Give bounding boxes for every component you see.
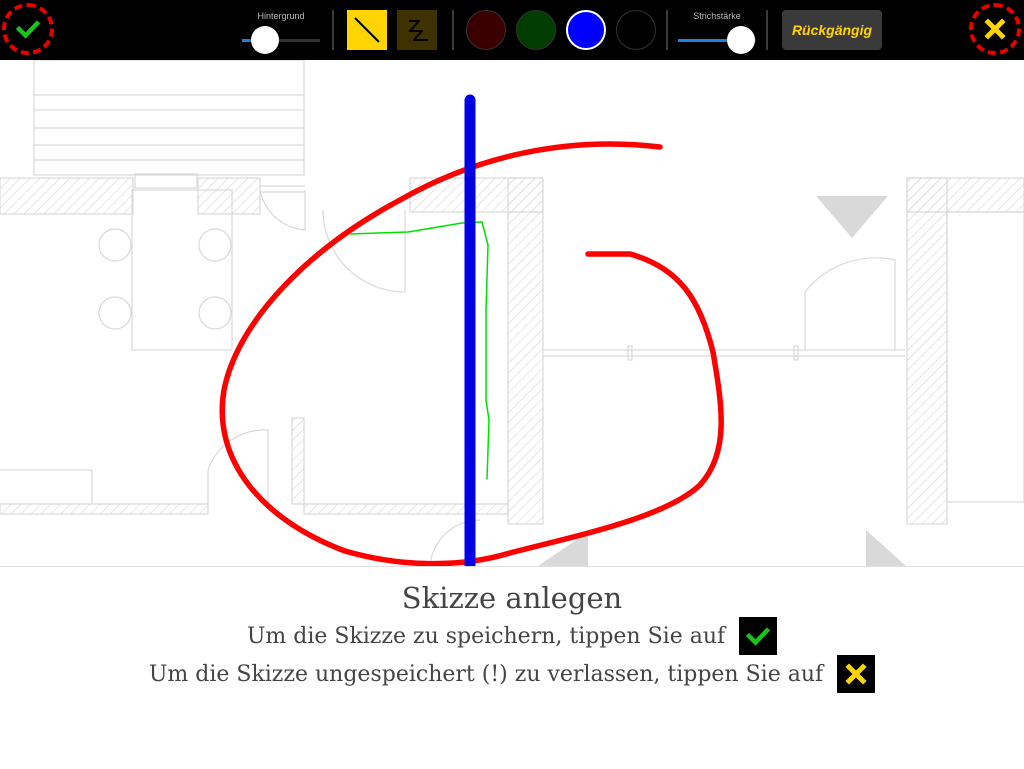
checkmark-icon [16, 20, 40, 39]
leave-instruction: Um die Skizze ungespeichert (!) zu verla… [0, 655, 1024, 693]
color-blue-selected[interactable] [566, 10, 606, 50]
freehand-line-icon [409, 20, 428, 41]
instruction-panel: Skizze anlegen Um die Skizze zu speicher… [0, 566, 1024, 769]
x-icon [984, 18, 1006, 40]
save-instruction: Um die Skizze zu speichern, tippen Sie a… [0, 617, 1024, 655]
stroke-width-slider-knob[interactable] [727, 26, 755, 54]
straight-line-icon [354, 17, 380, 43]
panel-title: Skizze anlegen [401, 581, 623, 615]
background-slider[interactable]: Hintergrund [242, 8, 320, 54]
color-dark-green[interactable] [516, 10, 556, 50]
sketch-canvas[interactable] [0, 60, 1024, 566]
color-black[interactable] [616, 10, 656, 50]
floor-plan [0, 60, 1024, 566]
undo-button[interactable]: Rückgängig [782, 10, 882, 50]
color-dark-red[interactable] [466, 10, 506, 50]
freehand-mode-button[interactable] [397, 10, 437, 50]
background-slider-knob[interactable] [251, 26, 279, 54]
checkmark-icon [739, 617, 778, 655]
x-icon [837, 655, 876, 693]
confirm-button[interactable] [2, 3, 54, 55]
leave-instruction-text: Um die Skizze ungespeichert (!) zu verla… [148, 661, 824, 687]
divider [766, 10, 768, 50]
stroke-width-slider-label: Strichstärke [693, 11, 741, 21]
toolbar: Hintergrund Strichstärke Rückgängig [0, 0, 1024, 60]
save-instruction-text: Um die Skizze zu speichern, tippen Sie a… [246, 623, 726, 649]
cancel-button[interactable] [969, 3, 1021, 55]
stroke-width-slider[interactable]: Strichstärke [678, 8, 756, 54]
divider [452, 10, 454, 50]
divider [332, 10, 334, 50]
background-slider-label: Hintergrund [257, 11, 305, 21]
straight-line-mode-button[interactable] [347, 10, 387, 50]
floor-plan-background [0, 60, 1024, 566]
divider [666, 10, 668, 50]
